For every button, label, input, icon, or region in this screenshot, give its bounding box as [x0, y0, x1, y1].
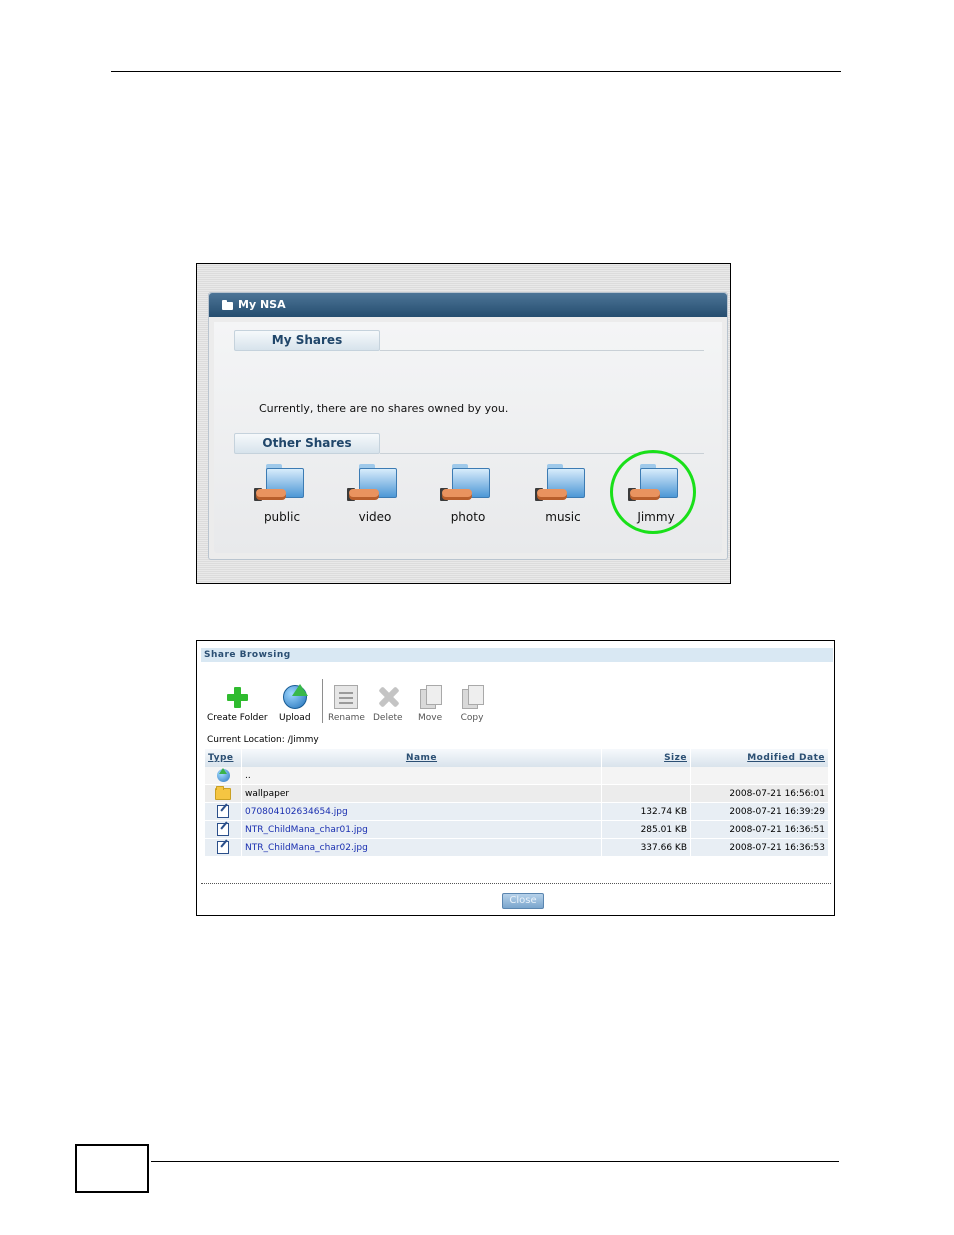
table-row[interactable]: NTR_ChildMana_char02.jpg 337.66 KB 2008-…: [205, 838, 829, 857]
rename-icon: [334, 685, 359, 709]
file-icon: [217, 805, 229, 818]
file-size: [601, 784, 691, 803]
file-name[interactable]: NTR_ChildMana_char02.jpg: [241, 838, 602, 857]
file-icon: [217, 823, 229, 836]
file-name[interactable]: wallpaper: [241, 784, 602, 803]
shared-folder-icon: [254, 464, 308, 504]
file-date: 2008-07-21 16:36:53: [690, 838, 829, 857]
share-label: public: [263, 510, 301, 524]
file-name[interactable]: ..: [241, 767, 602, 785]
column-modified-date[interactable]: Modified Date: [690, 749, 829, 767]
share-label: music: [545, 510, 581, 524]
current-location: Current Location: /Jimmy: [207, 735, 319, 745]
share-public[interactable]: public: [242, 464, 322, 524]
plus-icon: [225, 685, 249, 709]
copy-icon: [460, 685, 484, 709]
delete-button[interactable]: Delete: [373, 685, 403, 723]
delete-label: Delete: [373, 713, 403, 723]
file-size: [601, 767, 691, 785]
share-photo[interactable]: photo: [428, 464, 508, 524]
share-music[interactable]: music: [523, 464, 603, 524]
file-date: [690, 767, 829, 785]
toolbar-separator: [322, 679, 323, 723]
close-button[interactable]: Close: [502, 893, 544, 909]
folder-icon: [215, 785, 231, 800]
file-date: 2008-07-21 16:56:01: [690, 784, 829, 803]
page-number-box: [75, 1144, 149, 1193]
shared-folder-icon: [535, 464, 589, 504]
rename-button[interactable]: Rename: [328, 685, 365, 723]
column-name[interactable]: Name: [241, 749, 602, 767]
my-shares-tab: My Shares: [234, 330, 380, 351]
share-label: Jimmy: [637, 510, 675, 524]
file-icon: [217, 841, 229, 854]
upload-globe-icon: [282, 684, 308, 709]
shared-folder-icon: [628, 464, 682, 504]
table-header: Type Name Size Modified Date: [205, 749, 829, 767]
file-size: 285.01 KB: [601, 820, 691, 839]
file-size: 132.74 KB: [601, 802, 691, 821]
share-video[interactable]: video: [335, 464, 415, 524]
bottom-rule: [151, 1161, 839, 1162]
parent-folder-icon: [216, 768, 230, 782]
delete-icon: [376, 685, 400, 709]
divider: [201, 883, 831, 884]
folder-icon: [222, 299, 233, 310]
table-row[interactable]: ..: [205, 767, 829, 785]
my-nsa-title: My NSA: [238, 298, 286, 311]
my-nsa-screenshot: My NSA My Shares Currently, there are no…: [196, 263, 731, 584]
my-nsa-header: My NSA: [209, 293, 727, 317]
column-size[interactable]: Size: [601, 749, 691, 767]
other-shares-tab: Other Shares: [234, 433, 380, 454]
share-label: video: [358, 510, 392, 524]
file-date: 2008-07-21 16:39:29: [690, 802, 829, 821]
move-button[interactable]: Move: [418, 685, 442, 723]
file-size: 337.66 KB: [601, 838, 691, 857]
top-rule: [111, 71, 841, 72]
move-icon: [418, 685, 443, 709]
file-name[interactable]: 070804102634654.jpg: [241, 802, 602, 821]
create-folder-label: Create Folder: [207, 713, 268, 723]
copy-label: Copy: [460, 713, 484, 723]
file-name[interactable]: NTR_ChildMana_char01.jpg: [241, 820, 602, 839]
my-nsa-panel: My NSA My Shares Currently, there are no…: [208, 292, 728, 560]
share-label: photo: [450, 510, 486, 524]
column-type[interactable]: Type: [205, 749, 242, 767]
file-date: 2008-07-21 16:36:51: [690, 820, 829, 839]
table-row[interactable]: 070804102634654.jpg 132.74 KB 2008-07-21…: [205, 802, 829, 821]
my-nsa-body: My Shares Currently, there are no shares…: [214, 322, 722, 553]
shared-folder-icon: [440, 464, 494, 504]
table-row[interactable]: wallpaper 2008-07-21 16:56:01: [205, 784, 829, 803]
divider: [380, 453, 704, 454]
rename-label: Rename: [328, 713, 365, 723]
create-folder-button[interactable]: Create Folder: [207, 685, 268, 723]
no-shares-message: Currently, there are no shares owned by …: [259, 402, 509, 415]
upload-label: Upload: [279, 713, 311, 723]
move-label: Move: [418, 713, 443, 723]
upload-button[interactable]: Upload: [279, 684, 311, 723]
shared-folder-icon: [347, 464, 401, 504]
table-row[interactable]: NTR_ChildMana_char01.jpg 285.01 KB 2008-…: [205, 820, 829, 839]
file-table: Type Name Size Modified Date .. wallpape…: [205, 749, 829, 857]
share-browsing-screenshot: Share Browsing Create Folder Upload Rena…: [196, 640, 835, 916]
share-jimmy[interactable]: Jimmy: [616, 464, 696, 524]
copy-button[interactable]: Copy: [460, 685, 484, 723]
share-browsing-title: Share Browsing: [201, 648, 833, 662]
divider: [380, 350, 704, 351]
